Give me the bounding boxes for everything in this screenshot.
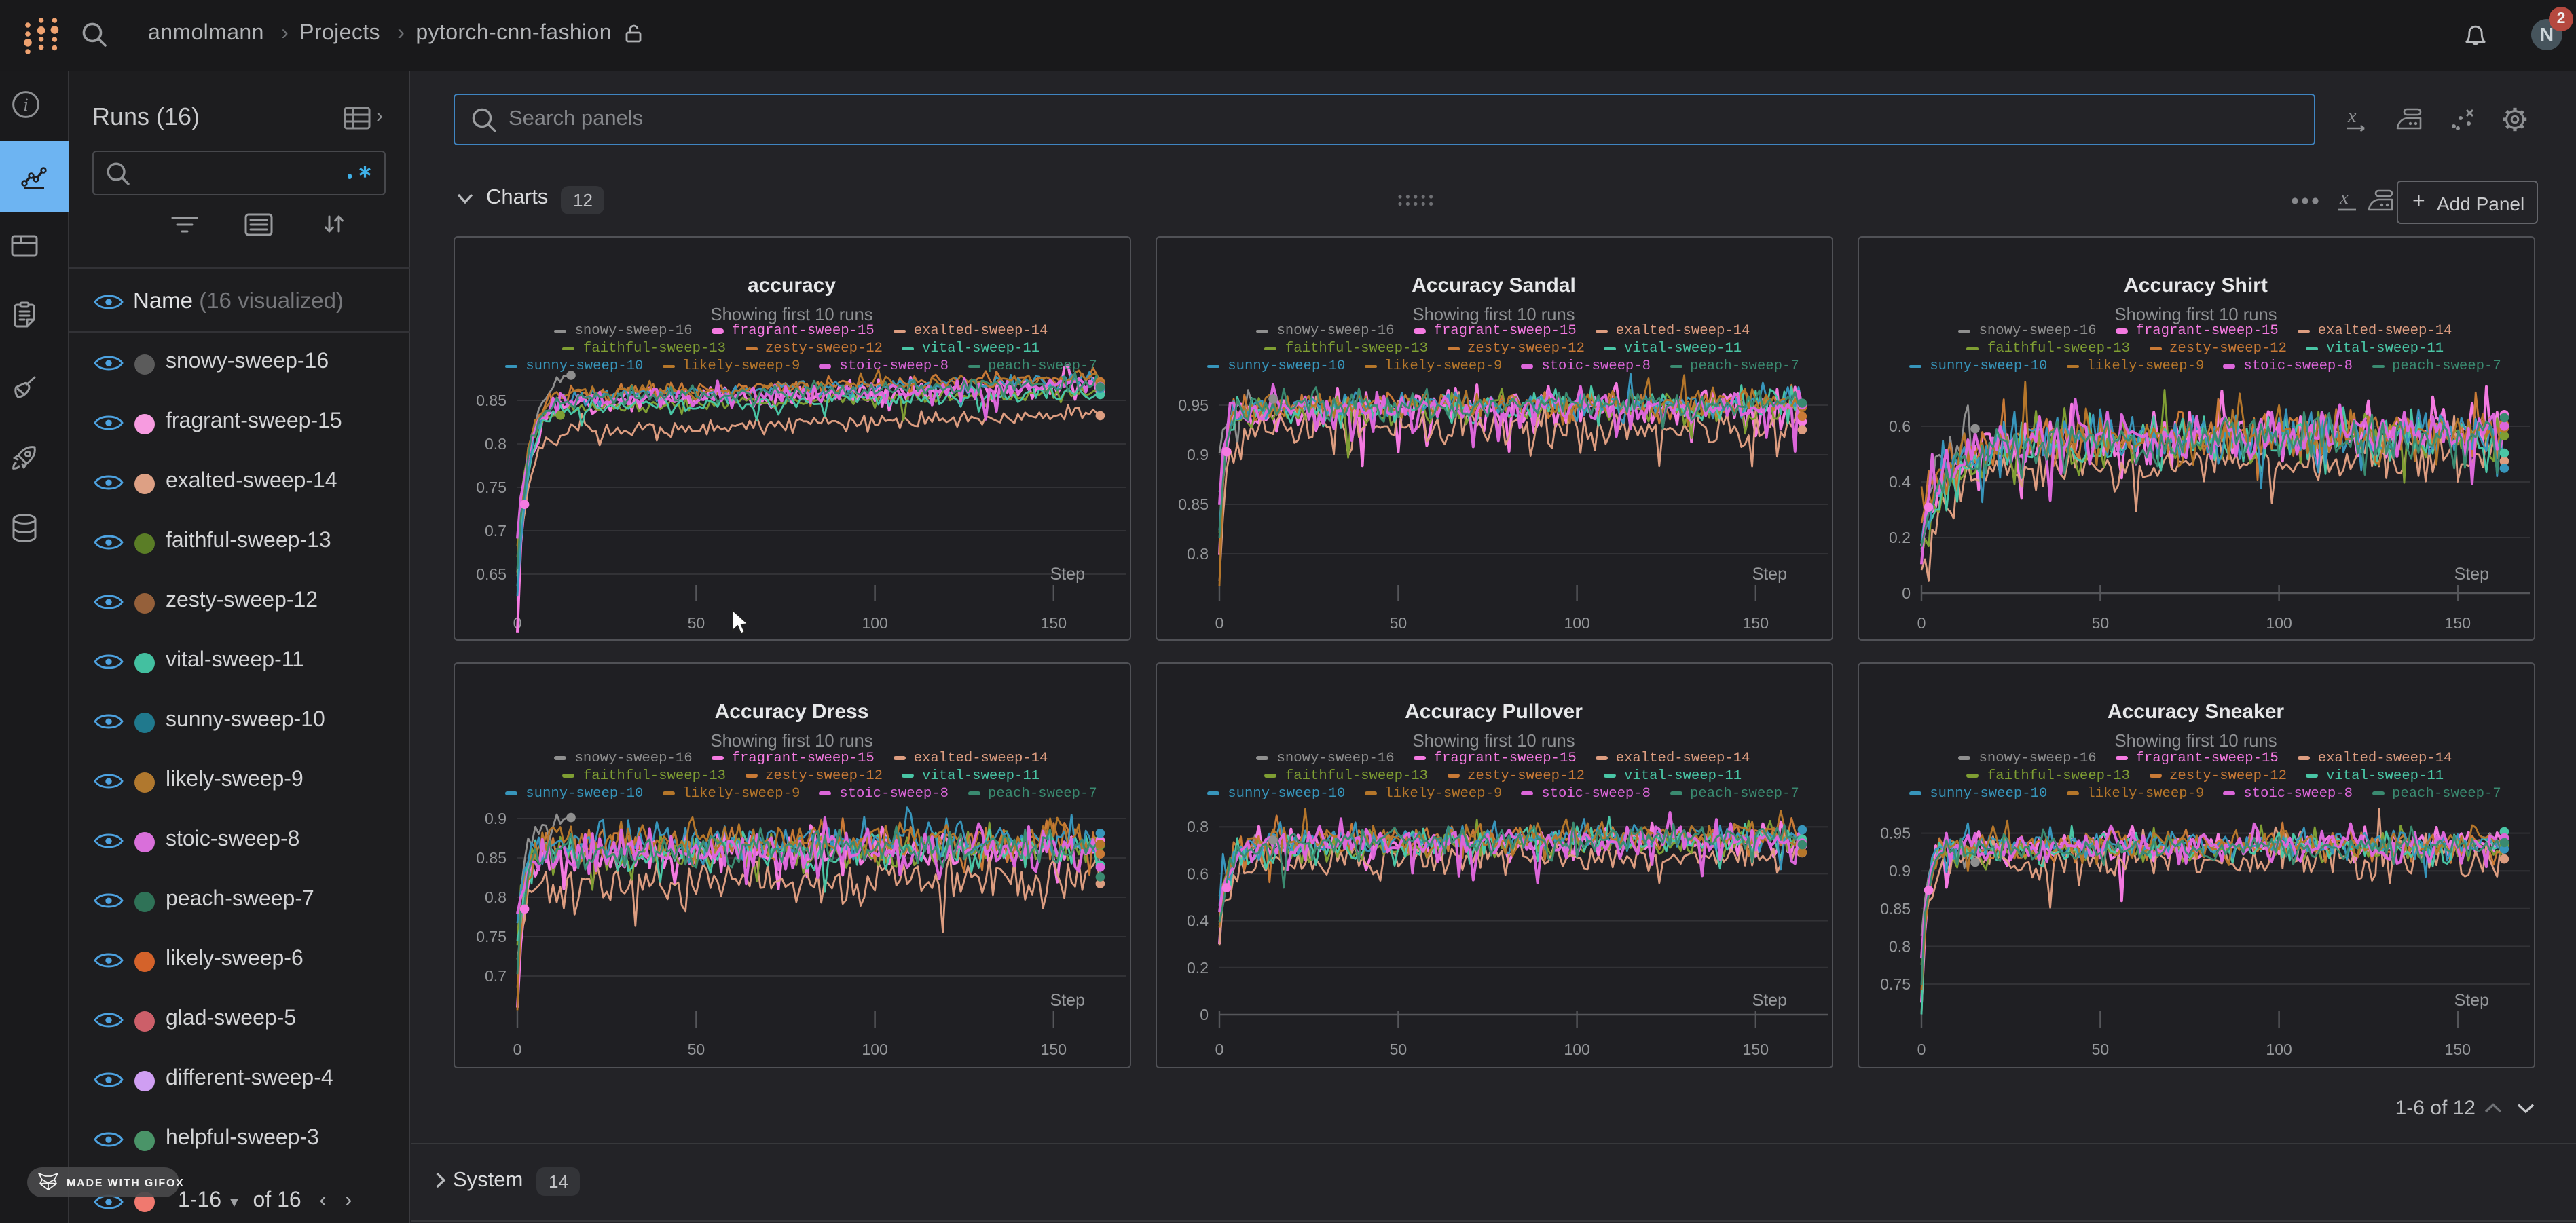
- svg-text:0.7: 0.7: [484, 521, 506, 539]
- svg-text:Step: Step: [2454, 564, 2488, 583]
- svg-text:0.9: 0.9: [1888, 862, 1910, 880]
- svg-text:Step: Step: [1752, 991, 1786, 1010]
- svg-text:50: 50: [1389, 1040, 1407, 1058]
- svg-text:0.85: 0.85: [475, 391, 506, 409]
- svg-text:0.9: 0.9: [1186, 445, 1208, 463]
- svg-text:100: 100: [1563, 614, 1589, 631]
- svg-text:50: 50: [2091, 1040, 2109, 1058]
- svg-text:0: 0: [1215, 1040, 1223, 1058]
- svg-text:0.75: 0.75: [475, 928, 506, 945]
- svg-text:0.95: 0.95: [1177, 396, 1208, 413]
- svg-text:100: 100: [861, 614, 887, 631]
- svg-text:150: 150: [2444, 1040, 2470, 1058]
- svg-text:150: 150: [1040, 1040, 1066, 1058]
- svg-text:0.75: 0.75: [475, 478, 506, 495]
- svg-text:0.4: 0.4: [1186, 912, 1208, 930]
- svg-text:x: x: [2339, 187, 2349, 208]
- svg-text:0: 0: [1215, 614, 1223, 631]
- svg-text:Step: Step: [2454, 991, 2488, 1010]
- svg-text:150: 150: [2444, 614, 2470, 631]
- svg-text:0: 0: [1917, 614, 1926, 631]
- svg-text:0.9: 0.9: [484, 810, 506, 827]
- svg-text:0.2: 0.2: [1888, 528, 1910, 546]
- svg-text:x: x: [2347, 106, 2357, 127]
- svg-text:100: 100: [2265, 614, 2291, 631]
- svg-text:0.85: 0.85: [475, 849, 506, 867]
- svg-text:150: 150: [1742, 614, 1768, 631]
- svg-text:100: 100: [861, 1040, 887, 1058]
- svg-text:0: 0: [1199, 1006, 1208, 1023]
- svg-text:0.8: 0.8: [484, 434, 506, 452]
- svg-text:100: 100: [1563, 1040, 1589, 1058]
- svg-text:150: 150: [1040, 614, 1066, 631]
- svg-text:50: 50: [1389, 614, 1407, 631]
- svg-text:Step: Step: [1752, 564, 1786, 583]
- svg-text:0.8: 0.8: [1186, 544, 1208, 562]
- svg-text:0.7: 0.7: [484, 967, 506, 985]
- svg-text:0.4: 0.4: [1888, 472, 1910, 490]
- svg-text:0.85: 0.85: [1177, 495, 1208, 512]
- svg-text:0.8: 0.8: [1186, 818, 1208, 835]
- svg-text:150: 150: [1742, 1040, 1768, 1058]
- svg-text:0.75: 0.75: [1879, 975, 1910, 993]
- svg-text:0.8: 0.8: [484, 888, 506, 906]
- svg-text:i: i: [23, 95, 28, 115]
- svg-text:0: 0: [513, 1040, 521, 1058]
- svg-text:0.2: 0.2: [1186, 959, 1208, 977]
- svg-text:0.65: 0.65: [475, 565, 506, 582]
- svg-text:0.8: 0.8: [1888, 937, 1910, 955]
- svg-text:0.6: 0.6: [1888, 417, 1910, 434]
- svg-text:50: 50: [2091, 614, 2109, 631]
- svg-text:0.6: 0.6: [1186, 865, 1208, 882]
- svg-text:0.85: 0.85: [1879, 900, 1910, 918]
- svg-text:50: 50: [687, 614, 705, 631]
- svg-text:100: 100: [2265, 1040, 2291, 1058]
- svg-text:0: 0: [1901, 584, 1910, 601]
- svg-text:Step: Step: [1050, 991, 1084, 1010]
- svg-text:50: 50: [687, 1040, 705, 1058]
- svg-text:0: 0: [1917, 1040, 1926, 1058]
- svg-text:0.95: 0.95: [1879, 825, 1910, 842]
- svg-text:Step: Step: [1050, 564, 1084, 583]
